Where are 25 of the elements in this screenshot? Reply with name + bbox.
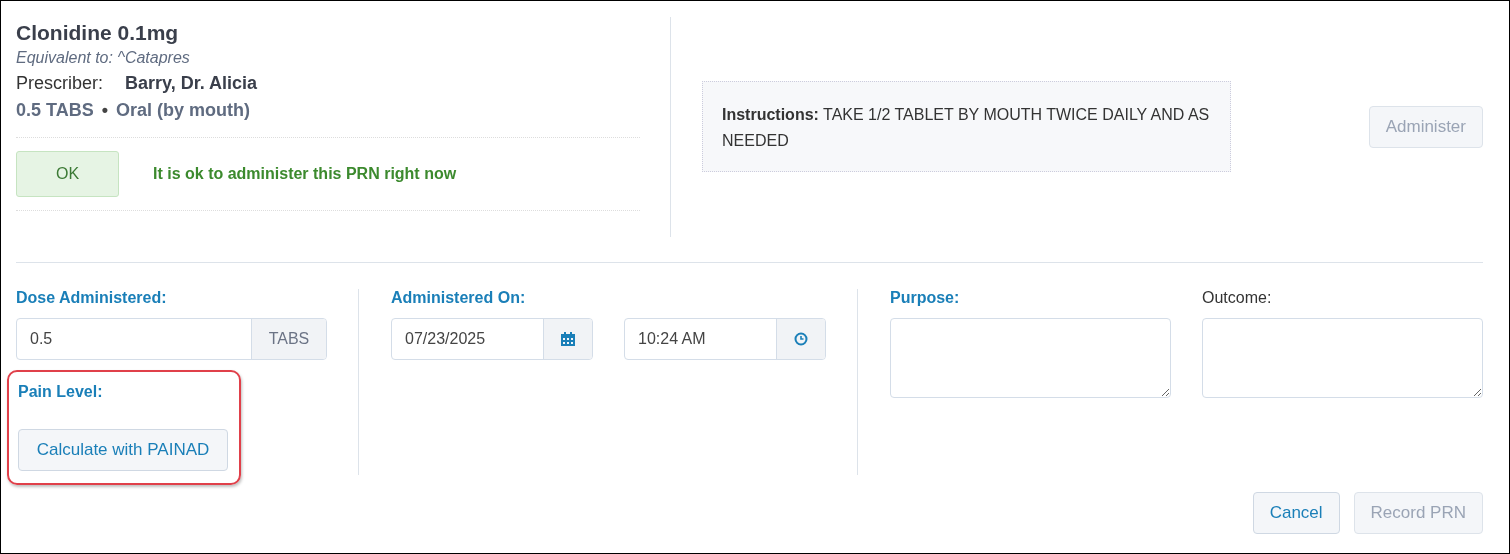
equivalent-text: Equivalent to: ^Catapres <box>16 49 191 67</box>
administered-on-label: Administered On: <box>391 289 527 307</box>
prescriber-label: Prescriber: <box>16 73 104 93</box>
date-field[interactable]: 07/23/2025 <box>391 318 593 360</box>
purpose-field[interactable] <box>890 318 1171 398</box>
outcome-label: Outcome: <box>1202 289 1273 307</box>
dose-field[interactable]: 0.5 TABS <box>16 318 327 360</box>
calendar-icon[interactable] <box>560 331 576 347</box>
dose-label: Dose Administered: <box>16 289 168 307</box>
ok-badge: OK <box>16 151 119 197</box>
time-field[interactable]: 10:24 AM <box>624 318 826 360</box>
medication-name: Clonidine 0.1mg <box>16 21 180 45</box>
dose-text: 0.5 TABS <box>16 100 94 120</box>
pain-level-label: Pain Level: <box>18 383 104 401</box>
status-message: It is ok to administer this PRN right now <box>153 165 457 183</box>
bullet-separator: • <box>101 100 108 120</box>
purpose-label: Purpose: <box>890 289 961 307</box>
painad-button[interactable]: Calculate with PAINAD <box>18 429 228 471</box>
outcome-field[interactable] <box>1202 318 1483 398</box>
route-text: Oral (by mouth) <box>116 100 250 120</box>
clock-icon[interactable] <box>794 332 808 346</box>
unit-addon: TABS <box>251 319 326 359</box>
prescriber-name: Barry, Dr. Alicia <box>125 73 258 93</box>
cancel-button[interactable]: Cancel <box>1252 492 1340 534</box>
instructions-text: Instructions: TAKE 1/2 TABLET BY MOUTH TWICE DAILY AND AS NEEDED <box>702 81 1231 172</box>
